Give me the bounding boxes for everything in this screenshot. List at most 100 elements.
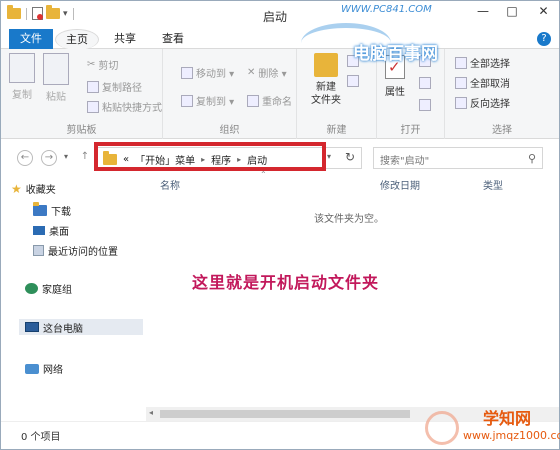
select-none-icon bbox=[455, 76, 467, 89]
computer-icon bbox=[25, 322, 39, 332]
invert-selection-button[interactable]: 反向选择 bbox=[455, 95, 510, 110]
copy-to-button[interactable]: 复制到 ▾ bbox=[181, 93, 234, 108]
search-placeholder: 搜索"启动" bbox=[380, 156, 430, 167]
scroll-left-icon[interactable]: ◂ bbox=[149, 408, 153, 417]
downloads-icon bbox=[33, 202, 47, 216]
watermark-logo bbox=[425, 411, 459, 445]
rename-icon bbox=[247, 94, 259, 107]
nav-this-pc[interactable]: 这台电脑 bbox=[19, 319, 143, 335]
search-input[interactable]: 搜索"启动" ⚲ bbox=[373, 147, 543, 169]
close-button[interactable]: ✕ bbox=[528, 1, 559, 21]
customize-chevron-icon[interactable]: ▾ bbox=[63, 9, 68, 19]
invert-selection-icon bbox=[455, 96, 467, 109]
navigation-pane: ★ 收藏夹 下载 桌面 最近访问的位置 家庭组 这台电脑 网络 bbox=[1, 175, 146, 421]
select-all-label: 全部选择 bbox=[470, 59, 510, 70]
watermark-url-bottom: www.jmqz1000.com bbox=[463, 429, 560, 442]
move-to-button[interactable]: 移动到 ▾ bbox=[181, 65, 234, 80]
up-button[interactable]: ↑ bbox=[77, 150, 93, 166]
group-clipboard: 复制 粘贴 ✂ 剪切 复制路径 粘贴快捷方式 剪贴板 bbox=[1, 49, 163, 139]
copy-icon bbox=[9, 53, 35, 83]
nav-network[interactable]: 网络 bbox=[25, 361, 63, 376]
item-count: 0 个项目 bbox=[21, 432, 61, 443]
copy-path-button[interactable]: 复制路径 bbox=[87, 79, 142, 94]
cut-button[interactable]: ✂ 剪切 bbox=[87, 57, 118, 72]
scrollbar-thumb[interactable] bbox=[160, 410, 410, 418]
paste-icon bbox=[43, 53, 69, 85]
history-button[interactable] bbox=[419, 99, 431, 111]
watermark-url-top: WWW.PC841.COM bbox=[341, 4, 432, 15]
properties-icon[interactable] bbox=[32, 7, 43, 20]
copy-to-label: 复制到 ▾ bbox=[196, 97, 235, 108]
cut-label: 剪切 bbox=[98, 61, 119, 72]
network-icon bbox=[25, 363, 39, 374]
column-header-type[interactable]: 类型 bbox=[483, 177, 503, 192]
minimize-button[interactable]: — bbox=[469, 1, 497, 21]
search-icon[interactable]: ⚲ bbox=[528, 152, 536, 165]
highlight-box bbox=[94, 142, 326, 171]
divider bbox=[26, 7, 27, 20]
column-header-date[interactable]: 修改日期 bbox=[380, 177, 420, 192]
copy-to-icon bbox=[181, 94, 193, 107]
nav-desktop-label: 桌面 bbox=[49, 227, 69, 238]
empty-folder-message: 该文件夹为空。 bbox=[314, 214, 384, 225]
select-none-label: 全部取消 bbox=[470, 79, 510, 90]
title-bar: ▾ 启动 — □ ✕ bbox=[1, 1, 559, 29]
group-label: 组织 bbox=[219, 125, 240, 136]
move-to-icon bbox=[181, 66, 193, 79]
nav-recent-label: 最近访问的位置 bbox=[48, 247, 118, 258]
delete-x-icon: ✕ bbox=[247, 67, 256, 78]
annotation-caption: 这里就是开机启动文件夹 bbox=[192, 273, 380, 292]
forward-button[interactable]: → bbox=[41, 150, 57, 166]
copy-button[interactable]: 复制 bbox=[9, 53, 35, 101]
nav-downloads[interactable]: 下载 bbox=[33, 202, 71, 218]
edit-button[interactable] bbox=[419, 77, 431, 89]
easy-access-icon bbox=[347, 75, 359, 87]
copy-label: 复制 bbox=[12, 90, 32, 101]
back-button[interactable]: ← bbox=[17, 150, 33, 166]
nav-desktop[interactable]: 桌面 bbox=[33, 223, 69, 238]
paste-shortcut-button[interactable]: 粘贴快捷方式 bbox=[87, 99, 162, 114]
tab-file[interactable]: 文件 bbox=[9, 29, 53, 49]
nav-favorites[interactable]: ★ 收藏夹 bbox=[11, 181, 56, 197]
new-folder-icon[interactable] bbox=[46, 5, 60, 19]
quick-access-toolbar: ▾ bbox=[7, 5, 76, 20]
sort-arrow-icon: ⌃ bbox=[260, 170, 267, 179]
tab-view[interactable]: 查看 bbox=[151, 29, 195, 49]
select-all-icon bbox=[455, 56, 467, 69]
column-header-name[interactable]: 名称 bbox=[160, 177, 180, 192]
nav-network-label: 网络 bbox=[43, 365, 63, 376]
refresh-icon[interactable]: ↻ bbox=[345, 150, 355, 164]
folder-icon bbox=[7, 5, 21, 19]
window-title: 启动 bbox=[263, 10, 288, 24]
rename-button[interactable]: 重命名 bbox=[247, 93, 292, 108]
delete-button[interactable]: ✕ 删除 ▾ bbox=[247, 65, 287, 80]
rename-label: 重命名 bbox=[262, 97, 292, 108]
nav-recent[interactable]: 最近访问的位置 bbox=[33, 243, 118, 258]
help-icon[interactable]: ? bbox=[537, 32, 551, 46]
watermark-name-bottom: 学知网 bbox=[483, 409, 532, 428]
address-dropdown-icon[interactable]: ▾ bbox=[327, 152, 331, 161]
select-none-button[interactable]: 全部取消 bbox=[455, 75, 510, 90]
maximize-button[interactable]: □ bbox=[498, 1, 526, 21]
recent-locations-chevron-icon[interactable]: ▾ bbox=[64, 152, 68, 161]
easy-access-button[interactable] bbox=[347, 75, 359, 87]
file-list: ⌃ 名称 修改日期 类型 该文件夹为空。 这里就是开机启动文件夹 bbox=[146, 170, 559, 421]
group-label: 剪贴板 bbox=[66, 125, 97, 136]
properties-label: 属性 bbox=[385, 87, 405, 98]
move-to-label: 移动到 ▾ bbox=[196, 69, 235, 80]
group-label: 打开 bbox=[400, 125, 421, 136]
paste-shortcut-icon bbox=[87, 100, 99, 113]
address-row: ← → ▾ ↑ « 「开始」菜单 ▸ 程序 ▸ 启动 ▾ ↻ 搜索"启动" ⚲ bbox=[1, 139, 559, 175]
paste-shortcut-label: 粘贴快捷方式 bbox=[102, 103, 162, 114]
tab-share[interactable]: 共享 bbox=[103, 29, 147, 49]
nav-homegroup[interactable]: 家庭组 bbox=[25, 281, 72, 296]
explorer-window: ▾ 启动 — □ ✕ 文件 主页 共享 查看 ? 复制 粘贴 ✂ 剪切 复制路径… bbox=[0, 0, 560, 450]
paste-button[interactable]: 粘贴 bbox=[43, 53, 69, 103]
tab-home[interactable]: 主页 bbox=[55, 29, 99, 50]
select-all-button[interactable]: 全部选择 bbox=[455, 55, 510, 70]
scissors-icon: ✂ bbox=[87, 59, 96, 70]
group-select: 全部选择 全部取消 反向选择 选择 bbox=[445, 49, 559, 139]
edit-icon bbox=[419, 77, 431, 89]
group-label: 选择 bbox=[492, 125, 512, 136]
homegroup-icon bbox=[25, 283, 38, 294]
